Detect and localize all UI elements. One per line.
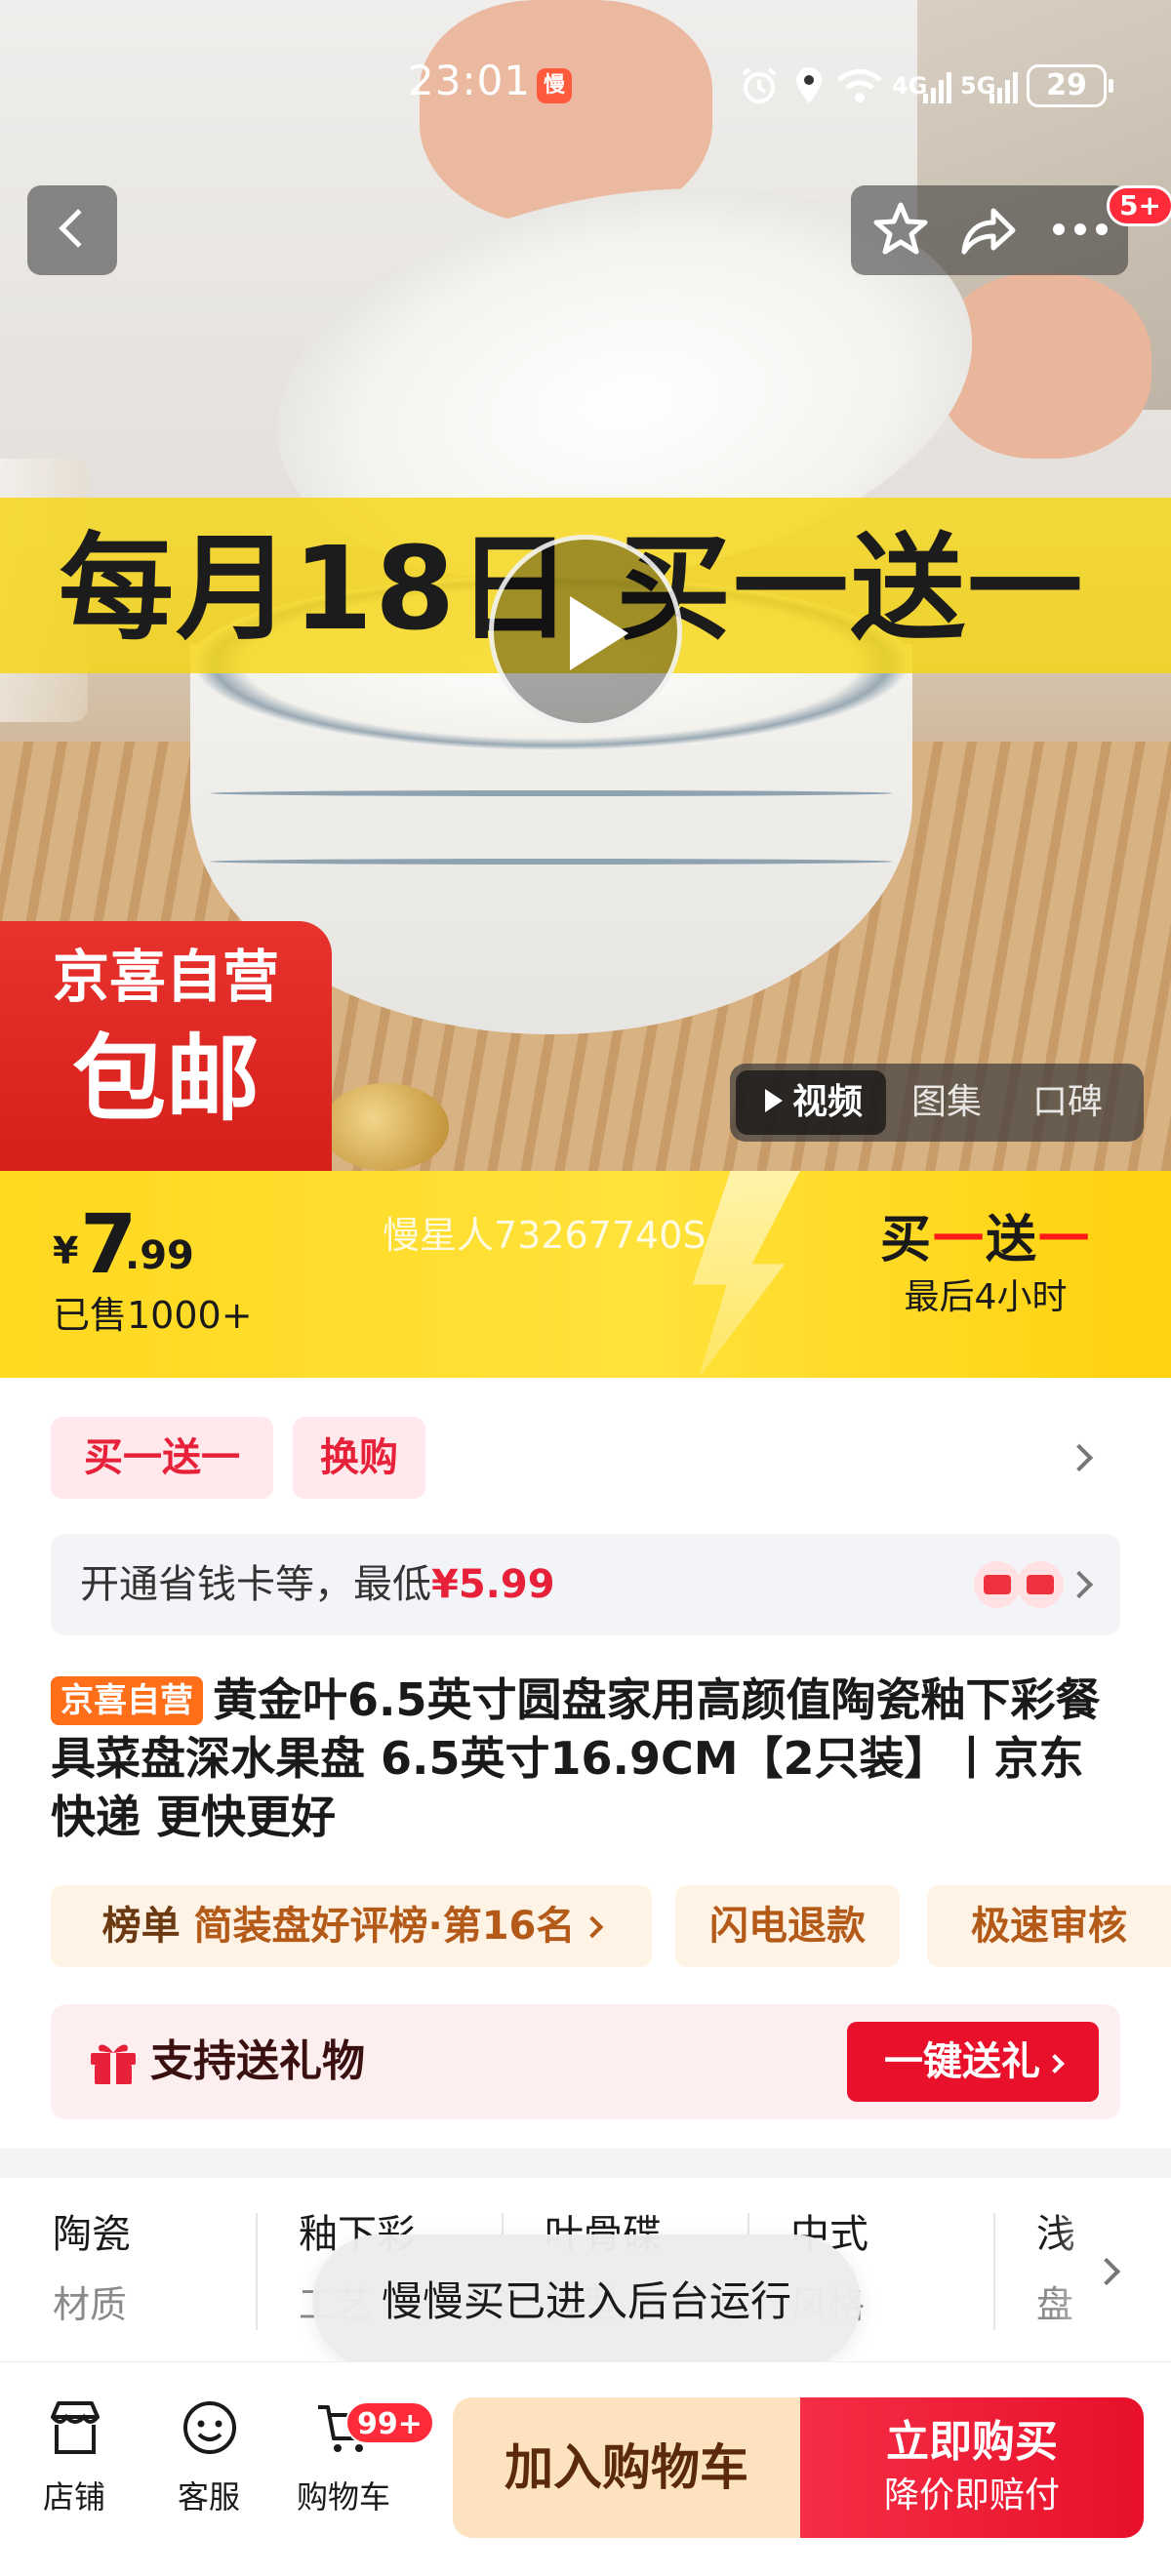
tab-video[interactable]: 视频 <box>736 1070 887 1135</box>
cart-count-badge: 99+ <box>345 2401 434 2444</box>
customer-service-icon <box>183 2401 236 2454</box>
saving-price: ¥5.99 <box>431 1562 555 1607</box>
bogo-char: 送 <box>986 1211 1039 1269</box>
tab-gallery[interactable]: 图集 <box>886 1070 1007 1135</box>
media-tab-bar: 视频 图集 口碑 <box>730 1064 1144 1142</box>
more-options-icon[interactable] <box>1046 199 1114 260</box>
saving-chevron-icon <box>1065 1570 1094 1599</box>
gift-row[interactable]: 支持送礼物 一键送礼 <box>51 2004 1120 2119</box>
bottom-action-bar: 店铺 客服 购物车 99+ 加入购物车 立即购买 降价即赔付 <box>0 2361 1171 2576</box>
ranking-pill[interactable]: 榜单 简装盘好评榜·第16名 <box>51 1885 652 1967</box>
saving-prefix: 开通省钱卡等，最低 <box>80 1562 431 1607</box>
battery-indicator: 29 <box>1027 64 1113 107</box>
fast-review-pill[interactable]: 极速审核 <box>927 1885 1171 1967</box>
back-chevron-icon <box>59 209 98 248</box>
video-play-button[interactable] <box>489 535 682 728</box>
spec-divider <box>256 2213 258 2330</box>
ranking-chevron-icon <box>582 1915 604 1939</box>
badge-line-2: 包邮 <box>72 1025 260 1134</box>
alarm-icon <box>742 67 777 103</box>
card-icon <box>1017 1561 1064 1608</box>
send-gift-label: 一键送礼 <box>884 2039 1040 2084</box>
promotions-chevron-icon[interactable] <box>1065 1443 1094 1472</box>
shop-label: 店铺 <box>42 2478 105 2516</box>
spec-divider <box>993 2213 995 2330</box>
price-banner: ¥ 7 .99 已售1000+ 慢星人73267740S 买一送一 最后4小时 <box>0 1171 1171 1378</box>
product-hero-image[interactable]: 每月18日 买一送一 京喜自营 包邮 视频 图集 口碑 <box>0 0 1171 1171</box>
bogo-char: 买 <box>879 1211 933 1269</box>
saving-card-row[interactable]: 开通省钱卡等，最低¥5.99 <box>51 1534 1120 1635</box>
share-icon[interactable] <box>958 203 1017 260</box>
countdown-text: 最后4小时 <box>904 1277 1068 1317</box>
send-gift-chevron-icon <box>1045 2054 1065 2073</box>
lightning-refund-pill[interactable]: 闪电退款 <box>675 1885 900 1967</box>
shop-button[interactable]: 店铺 <box>16 2397 133 2544</box>
tab-reviews[interactable]: 口碑 <box>1007 1070 1128 1135</box>
signal-5g-icon <box>989 72 1018 103</box>
price-protection-label: 降价即赔付 <box>883 2475 1060 2516</box>
shop-icon <box>51 2401 100 2454</box>
promo-tag-bogo[interactable]: 买一送一 <box>51 1417 273 1499</box>
favorite-star-icon[interactable] <box>870 199 931 260</box>
app-notification-icon: 慢 <box>537 68 572 103</box>
play-small-icon <box>765 1089 783 1112</box>
gift-label: 支持送礼物 <box>150 2036 365 2086</box>
bogo-char: 一 <box>932 1211 986 1269</box>
message-count-badge: 5+ <box>1107 185 1171 226</box>
badge-line-1: 京喜自营 <box>52 944 279 1010</box>
promo-tag-exchange[interactable]: 换购 <box>293 1417 425 1499</box>
bogo-char: 一 <box>1038 1211 1092 1269</box>
play-icon <box>570 596 628 670</box>
hero-spoon <box>322 1083 449 1171</box>
spec-key: 材质 <box>53 2283 128 2326</box>
currency-symbol: ¥ <box>53 1229 79 1272</box>
price-decimal: .99 <box>125 1233 194 1278</box>
sold-count: 已售1000+ <box>53 1294 253 1337</box>
background-running-toast: 慢慢买已进入后台运行 <box>312 2234 861 2369</box>
wifi-icon <box>837 68 882 102</box>
tab-video-label: 视频 <box>792 1082 864 1122</box>
buy-now-button[interactable]: 立即购买 降价即赔付 <box>800 2397 1144 2538</box>
spec-value: 陶瓷 <box>53 2212 131 2257</box>
jingxi-free-shipping-badge: 京喜自营 包邮 <box>0 921 332 1171</box>
customer-service-button[interactable]: 客服 <box>150 2397 267 2544</box>
location-icon <box>796 67 822 103</box>
back-button[interactable] <box>27 185 117 275</box>
status-time: 23:01 <box>408 57 532 104</box>
cart-label: 购物车 <box>296 2478 390 2516</box>
spec-item: 陶瓷 材质 <box>53 2178 299 2363</box>
customer-service-label: 客服 <box>177 2478 240 2516</box>
bogo-label: 买一送一 <box>859 1208 1112 1272</box>
ranking-text: 简装盘好评榜·第16名 <box>193 1904 576 1949</box>
product-title: 京喜自营 黄金叶6.5英寸圆盘家用高颜值陶瓷釉下彩餐具菜盘深水果盘 6.5英寸16… <box>51 1670 1124 1846</box>
product-title-text: 黄金叶6.5英寸圆盘家用高颜值陶瓷釉下彩餐具菜盘深水果盘 6.5英寸16.9CM… <box>51 1673 1101 1843</box>
buy-now-label: 立即购买 <box>886 2417 1058 2467</box>
brand-tag: 京喜自营 <box>51 1676 203 1725</box>
status-bar: 23:01 慢 4G 5G 29 <box>0 0 1171 107</box>
signal-4g-icon <box>923 72 951 103</box>
send-gift-button[interactable]: 一键送礼 <box>847 2022 1099 2102</box>
plate-rim <box>210 859 893 865</box>
product-info-card: 买一送一 换购 开通省钱卡等，最低¥5.99 京喜自营 黄金叶6.5英寸圆盘家用高… <box>0 1378 1171 2149</box>
top-action-group <box>851 185 1128 275</box>
saving-card-text: 开通省钱卡等，最低¥5.99 <box>80 1534 555 1635</box>
lightning-decoration <box>692 1171 800 1378</box>
add-to-cart-button[interactable]: 加入购物车 <box>453 2397 800 2538</box>
plate-rim <box>210 790 893 796</box>
ranking-lead: 榜单 <box>101 1904 181 1949</box>
user-watermark: 慢星人73267740S <box>383 1214 707 1257</box>
coupon-icon <box>974 1561 1021 1608</box>
gift-icon <box>91 2044 136 2084</box>
